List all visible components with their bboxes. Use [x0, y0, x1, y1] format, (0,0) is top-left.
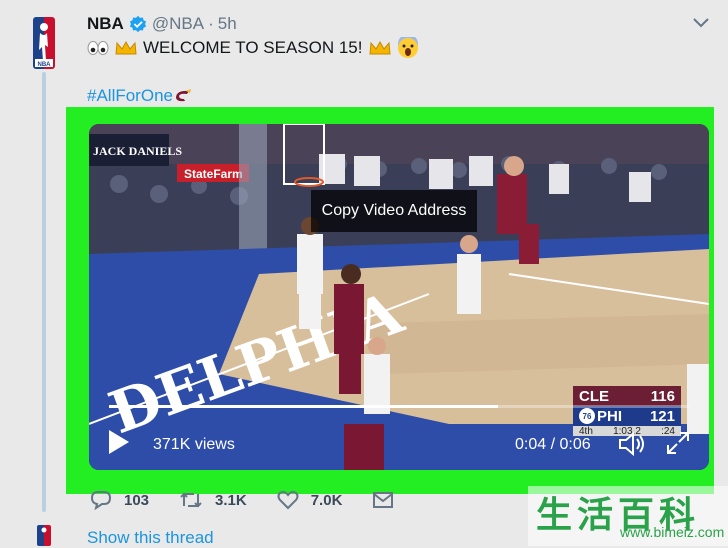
reply-icon: [90, 491, 112, 510]
video-player[interactable]: JACK DANIELS StateFarm DELPHIA Copy Vide…: [89, 124, 709, 470]
context-menu-copy-video-address[interactable]: Copy Video Address: [311, 190, 477, 232]
scoreboard-row-away: CLE 116: [573, 386, 681, 406]
tweet-text: WELCOME TO SEASON 15!: [87, 37, 419, 59]
volume-icon[interactable]: [617, 430, 647, 458]
arena-sign: JACK DANIELS: [93, 144, 182, 158]
scoreboard: CLE 116 76 PHI 121 4th 1:03.2 :24: [573, 386, 681, 437]
eyes-emoji-icon: [87, 41, 109, 55]
score-away: 116: [650, 387, 675, 405]
video-timecode: 0:04 / 0:06: [515, 436, 591, 453]
crown-emoji-icon: [368, 40, 391, 55]
reply-count: 103: [124, 491, 150, 509]
svg-text:NBA: NBA: [38, 62, 52, 68]
cavaliers-logo-icon: [175, 89, 191, 102]
heart-icon: [277, 490, 299, 510]
crown-emoji-icon: [115, 40, 137, 55]
like-button[interactable]: 7.0K: [277, 490, 343, 510]
score-home: 121: [649, 407, 675, 425]
sponsor-sign: StateFarm: [184, 167, 243, 181]
tweet-timestamp[interactable]: 5h: [218, 14, 237, 34]
hashtag-row: #AllForOne: [87, 86, 193, 106]
watermark: 生活百科 www.bimeiz.com: [528, 486, 728, 546]
watermark-url: www.bimeiz.com: [620, 524, 725, 540]
tweet-body-text: WELCOME TO SEASON 15!: [143, 38, 363, 57]
tweet-actions: 103 3.1K 7.0K: [90, 490, 436, 510]
envelope-icon: [373, 492, 394, 508]
like-count: 7.0K: [310, 491, 343, 509]
video-progress-bar[interactable]: [109, 405, 689, 408]
chevron-down-icon[interactable]: [692, 16, 710, 30]
direct-message-button[interactable]: [372, 491, 406, 509]
separator-dot: ·: [208, 14, 214, 33]
show-thread-link[interactable]: Show this thread: [87, 528, 214, 548]
author-name[interactable]: NBA: [87, 14, 124, 34]
reply-button[interactable]: 103: [90, 490, 149, 510]
thread-connector-line: [42, 72, 46, 512]
period: 4th: [579, 425, 593, 437]
video-progress-fill: [109, 405, 498, 408]
fullscreen-icon[interactable]: [665, 430, 691, 456]
verified-badge-icon: [129, 15, 146, 33]
retweet-icon: [180, 492, 202, 508]
play-icon[interactable]: [107, 428, 131, 456]
retweet-button[interactable]: 3.1K: [179, 490, 247, 510]
tweet-header: NBA @NBA · 5h: [87, 12, 237, 36]
hashtag-link[interactable]: #AllForOne: [87, 86, 173, 106]
view-count: 371K views: [153, 436, 235, 453]
nba-logo-avatar[interactable]: NBA: [33, 17, 55, 69]
author-handle[interactable]: @NBA: [152, 14, 204, 34]
thread-avatar-small[interactable]: [37, 525, 51, 546]
scoreboard-row-home: 76 PHI 121: [573, 406, 681, 426]
team-home: PHI: [597, 407, 623, 425]
screaming-face-emoji-icon: [397, 37, 418, 58]
sixers-logo-icon: 76: [579, 408, 595, 424]
retweet-count: 3.1K: [215, 491, 247, 509]
team-away: CLE: [579, 387, 609, 405]
